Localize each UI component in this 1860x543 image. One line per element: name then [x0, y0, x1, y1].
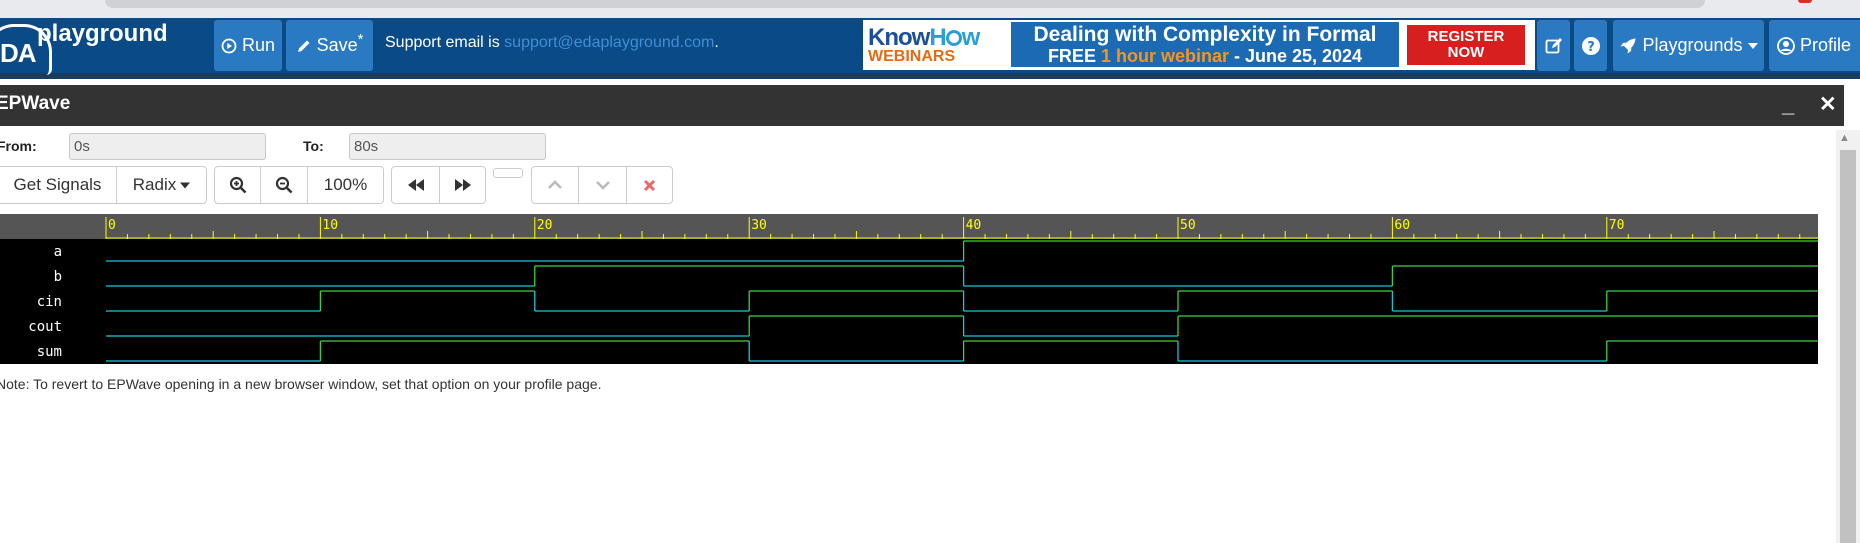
- save-label: Save: [316, 35, 358, 55]
- logo-abbr: DA: [0, 38, 37, 68]
- close-icon: [643, 179, 656, 191]
- time-ruler: [0, 214, 1818, 239]
- signal-name-sum: sum: [37, 344, 62, 360]
- waveform-background: [0, 239, 1818, 364]
- signal-name-cout: cout: [28, 319, 62, 335]
- pencil-icon: [297, 40, 310, 52]
- ad-cta-line2: NOW: [1447, 44, 1485, 61]
- close-button[interactable]: ✕: [1819, 92, 1837, 117]
- signal-name-b: b: [54, 269, 62, 285]
- chevron-down-icon: [595, 181, 610, 190]
- ad-brand-o-icon: [945, 30, 962, 46]
- profile-label: Profile: [1800, 35, 1852, 55]
- ad-line2-b: 1 hour webinar: [1100, 46, 1229, 66]
- backward-icon: [407, 179, 424, 191]
- radix-label: Radix: [132, 175, 177, 194]
- panel-title: EPWave: [0, 93, 71, 114]
- playgrounds-label: Playgrounds: [1642, 35, 1743, 55]
- scrollbar-thumb[interactable]: [1840, 150, 1856, 543]
- user-circle-icon: [1777, 36, 1795, 55]
- ad-brand-sub: WEBINARS: [868, 48, 956, 65]
- jump-forward-button[interactable]: [439, 166, 486, 204]
- zoom-out-button[interactable]: [260, 166, 308, 204]
- ad-cta-line1: REGISTER: [1427, 28, 1505, 45]
- run-button[interactable]: Run: [214, 20, 282, 71]
- ad-brand-b: H: [929, 24, 946, 51]
- signal-name-a: a: [54, 244, 62, 260]
- navbar-subbar: [0, 73, 1860, 79]
- browser-record-indicator: [1798, 0, 1812, 3]
- ad-brand-a: Know: [868, 24, 930, 51]
- caret-down-icon: [1747, 42, 1758, 49]
- ad-line1: Dealing with Complexity in Formal: [1033, 23, 1377, 46]
- cursor-readout: [493, 168, 523, 178]
- playgrounds-menu-button[interactable]: Playgrounds: [1613, 20, 1764, 71]
- unsaved-marker: *: [357, 31, 364, 48]
- ad-line2: FREE 1 hour webinar - June 25, 2024: [1011, 46, 1399, 67]
- browser-address-bar[interactable]: [105, 0, 1705, 8]
- time-ruler-label: 10: [322, 218, 338, 233]
- waveform-viewer[interactable]: 0 10 20 30 40 50 60 70 a b cin cout sum: [0, 214, 1818, 364]
- scroll-up-arrow-icon[interactable]: ▲: [1839, 132, 1850, 144]
- time-ruler-label: 20: [537, 218, 553, 233]
- edit-button[interactable]: [1537, 20, 1570, 71]
- time-ruler-label: 0: [108, 218, 116, 233]
- from-label: From:: [0, 138, 37, 154]
- logo-text[interactable]: playground: [37, 20, 168, 48]
- waveform-svg: 0 10 20 30 40 50 60 70 ab cin cout sum: [0, 214, 1818, 364]
- save-button[interactable]: Save *: [286, 20, 373, 71]
- from-input[interactable]: [69, 133, 266, 160]
- question-icon: ?: [1581, 36, 1600, 55]
- epwave-note: Note: To revert to EPWave opening in a n…: [0, 376, 602, 392]
- time-ruler-label: 60: [1394, 218, 1410, 233]
- svg-text:?: ?: [1587, 40, 1595, 55]
- time-ruler-label: 50: [1180, 218, 1196, 233]
- zoom-level[interactable]: 100%: [307, 166, 384, 204]
- chevron-up-icon: [548, 180, 562, 189]
- profile-button[interactable]: Profile: [1769, 20, 1860, 71]
- support-email-link[interactable]: support@edaplayground.com: [504, 34, 714, 51]
- ad-register-button[interactable]: REGISTER NOW: [1407, 25, 1525, 65]
- time-ruler-label: 40: [966, 218, 982, 233]
- ad-line2-c: - June 25, 2024: [1228, 46, 1363, 66]
- zoom-in-icon: [229, 176, 246, 194]
- time-ruler-label: 70: [1609, 218, 1625, 233]
- support-suffix: .: [714, 34, 719, 51]
- rocket-icon: [1620, 38, 1636, 53]
- support-text: Support email is support@edaplayground.c…: [385, 34, 719, 52]
- remove-signal-button[interactable]: [626, 166, 673, 204]
- help-button[interactable]: ?: [1574, 20, 1607, 71]
- to-input[interactable]: [349, 133, 546, 160]
- signal-name-cin: cin: [37, 294, 62, 310]
- jump-back-button[interactable]: [391, 166, 440, 204]
- move-down-button[interactable]: [578, 166, 627, 204]
- ad-brand-c: w: [961, 24, 981, 51]
- ad-line2-a: FREE: [1047, 46, 1101, 66]
- edit-icon: [1545, 37, 1562, 53]
- get-signals-button[interactable]: Get Signals: [0, 166, 118, 204]
- caret-down-icon: [180, 182, 191, 188]
- run-label: Run: [241, 35, 276, 55]
- time-ruler-label: 30: [751, 218, 767, 233]
- minimize-button[interactable]: _: [1782, 92, 1794, 118]
- play-icon: [221, 38, 237, 53]
- zoom-out-icon: [275, 176, 293, 194]
- zoom-in-button[interactable]: [214, 166, 261, 204]
- forward-icon: [454, 179, 471, 191]
- support-prefix: Support email is: [385, 34, 505, 51]
- radix-dropdown[interactable]: Radix: [116, 166, 207, 204]
- epwave-panel-header: [0, 85, 1844, 126]
- move-up-button[interactable]: [531, 166, 579, 204]
- to-label: To:: [303, 138, 324, 154]
